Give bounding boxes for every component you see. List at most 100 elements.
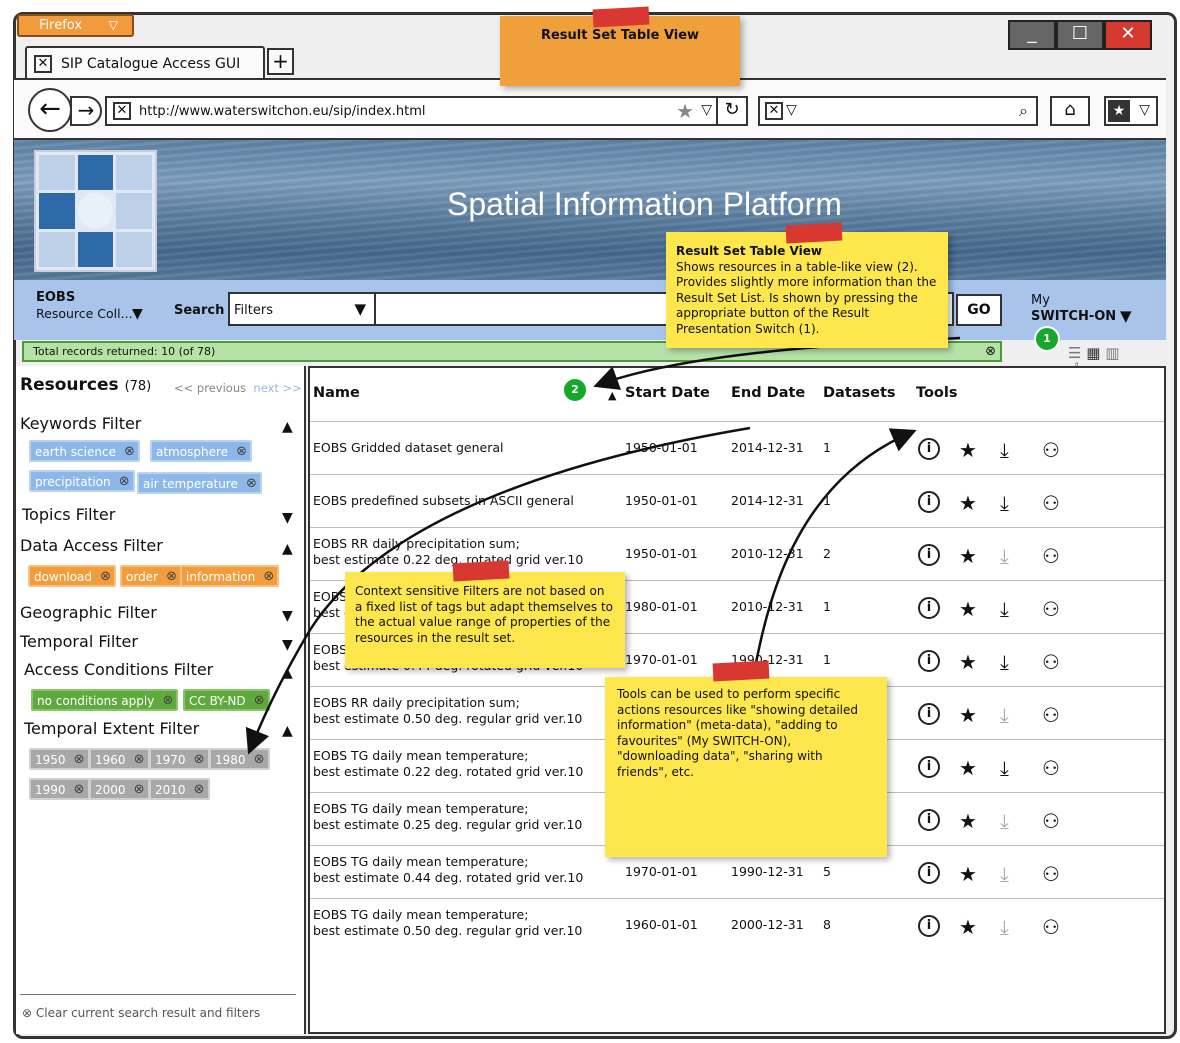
search-icon[interactable]: ⌕ [1019, 101, 1028, 121]
filter-tag[interactable]: earth science ⊗ [29, 440, 140, 462]
filter-tag[interactable]: precipitation ⊗ [29, 470, 135, 492]
collapse-arrow-icon[interactable]: ▲ [282, 541, 293, 557]
filter-tag[interactable]: information ⊗ [180, 565, 280, 587]
remove-tag-icon[interactable]: ⊗ [246, 474, 257, 494]
filter-tag[interactable]: download ⊗ [28, 565, 117, 587]
bookmarks-button[interactable]: ★ ▽ [1104, 96, 1158, 126]
info-icon[interactable]: i [918, 915, 940, 937]
remove-tag-icon[interactable]: ⊗ [194, 780, 205, 800]
info-icon[interactable]: i [918, 491, 940, 513]
browser-tab[interactable]: ✕ SIP Catalogue Access GUI [25, 46, 265, 79]
geographic-filter-title[interactable]: Geographic Filter [20, 603, 157, 622]
download-icon[interactable]: ⤓ [1000, 438, 1009, 462]
remove-tag-icon[interactable]: ⊗ [119, 472, 130, 492]
next-link[interactable]: next >> [253, 381, 301, 395]
collapse-arrow-icon[interactable]: ▲ [282, 665, 293, 681]
info-icon[interactable]: i [918, 862, 940, 884]
catalog-collection-select[interactable]: Resource Coll... [36, 306, 133, 321]
close-button[interactable]: ✕ [1104, 20, 1152, 50]
collapse-arrow-icon[interactable]: ▲ [282, 419, 293, 435]
favourite-star-icon[interactable]: ★ [959, 597, 977, 621]
chevron-down-icon[interactable]: ▼ [1120, 307, 1132, 325]
download-icon[interactable]: ⤓ [1000, 915, 1009, 939]
share-icon[interactable]: ⚇ [1042, 438, 1060, 462]
home-button[interactable]: ⌂ [1050, 96, 1090, 126]
info-icon[interactable]: i [918, 597, 940, 619]
remove-tag-icon[interactable]: ⊗ [74, 780, 85, 800]
share-icon[interactable]: ⚇ [1042, 703, 1060, 727]
download-icon[interactable]: ⤓ [1000, 862, 1009, 886]
expand-arrow-icon[interactable]: ▼ [282, 510, 293, 526]
favourite-star-icon[interactable]: ★ [959, 915, 977, 939]
back-button[interactable]: ← [28, 88, 72, 132]
table-view-icon[interactable]: ▦ [1086, 344, 1100, 362]
share-icon[interactable]: ⚇ [1042, 756, 1060, 780]
download-icon[interactable]: ⤓ [1000, 756, 1009, 780]
share-icon[interactable]: ⚇ [1042, 544, 1060, 568]
info-icon[interactable]: i [918, 703, 940, 725]
browser-search-box[interactable]: ✕ ▽ ⌕ [758, 96, 1038, 126]
forward-button[interactable]: → [70, 96, 102, 126]
favourite-star-icon[interactable]: ★ [959, 862, 977, 886]
download-icon[interactable]: ⤓ [1000, 703, 1009, 727]
firefox-menu-button[interactable]: Firefox ▽ [17, 14, 134, 37]
download-icon[interactable]: ⤓ [1000, 650, 1009, 674]
map-view-icon[interactable]: ▥ [1105, 344, 1119, 362]
previous-link[interactable]: << previous [174, 381, 246, 395]
info-icon[interactable]: i [918, 544, 940, 566]
temporal-extent-filter-title[interactable]: Temporal Extent Filter [24, 719, 199, 738]
download-icon[interactable]: ⤓ [1000, 809, 1009, 833]
table-row[interactable]: EOBS Gridded dataset general 1950-01-01 20… [310, 421, 1164, 474]
filter-tag[interactable]: 2010 ⊗ [149, 778, 210, 800]
download-icon[interactable]: ⤓ [1000, 491, 1009, 515]
access-conditions-filter-title[interactable]: Access Conditions Filter [24, 660, 213, 679]
chevron-down-icon[interactable]: ▽ [701, 102, 712, 118]
sort-up-icon[interactable]: ▲ [608, 389, 616, 402]
filter-tag[interactable]: atmosphere ⊗ [150, 440, 252, 462]
info-icon[interactable]: i [918, 809, 940, 831]
filter-tag[interactable]: air temperature ⊗ [137, 472, 262, 494]
remove-tag-icon[interactable]: ⊗ [134, 780, 145, 800]
favourite-star-icon[interactable]: ★ [959, 756, 977, 780]
favourite-star-icon[interactable]: ★ [959, 809, 977, 833]
share-icon[interactable]: ⚇ [1042, 597, 1060, 621]
favourite-star-icon[interactable]: ★ [959, 491, 977, 515]
filter-tag[interactable]: 1950 ⊗ [29, 748, 90, 770]
remove-tag-icon[interactable]: ⊗ [74, 750, 85, 770]
share-icon[interactable]: ⚇ [1042, 915, 1060, 939]
collapse-arrow-icon[interactable]: ▲ [282, 723, 293, 739]
new-tab-button[interactable]: + [267, 48, 294, 75]
remove-tag-icon[interactable]: ⊗ [194, 750, 205, 770]
filter-tag[interactable]: order ⊗ [120, 565, 182, 587]
remove-tag-icon[interactable]: ⊗ [100, 567, 111, 587]
my-label[interactable]: My [1031, 293, 1050, 308]
filter-tag[interactable]: 1970 ⊗ [149, 748, 210, 770]
temporal-filter-title[interactable]: Temporal Filter [20, 632, 138, 651]
filter-tag[interactable]: 1990 ⊗ [29, 778, 90, 800]
remove-tag-icon[interactable]: ⊗ [166, 567, 177, 587]
filter-tag[interactable]: 1980 ⊗ [209, 748, 270, 770]
table-row[interactable]: EOBS predefined subsets in ASCII general… [310, 474, 1164, 527]
remove-tag-icon[interactable]: ⊗ [263, 567, 274, 587]
filter-tag[interactable]: 2000 ⊗ [89, 778, 150, 800]
col-header-start-date[interactable]: Start Date [625, 385, 710, 401]
share-icon[interactable]: ⚇ [1042, 491, 1060, 515]
col-header-end-date[interactable]: End Date [731, 385, 805, 401]
col-header-datasets[interactable]: Datasets [823, 385, 896, 401]
data-access-filter-title[interactable]: Data Access Filter [20, 536, 163, 555]
maximize-button[interactable]: ☐ [1056, 20, 1104, 50]
filter-tag[interactable]: no conditions apply ⊗ [31, 689, 179, 711]
favourite-star-icon[interactable]: ★ [959, 703, 977, 727]
info-icon[interactable]: i [918, 756, 940, 778]
minimize-button[interactable]: _ [1008, 20, 1056, 50]
go-button[interactable]: GO [956, 294, 1002, 326]
remove-tag-icon[interactable]: ⊗ [254, 691, 265, 711]
keywords-filter-title[interactable]: Keywords Filter [20, 414, 141, 433]
filter-tag[interactable]: CC BY-ND ⊗ [183, 689, 270, 711]
remove-tag-icon[interactable]: ⊗ [236, 442, 247, 462]
info-icon[interactable]: i [918, 438, 940, 460]
clear-icon[interactable]: ⊗ [985, 344, 996, 359]
share-icon[interactable]: ⚇ [1042, 809, 1060, 833]
filters-select[interactable]: Filters ▼ [228, 292, 376, 326]
chevron-down-icon[interactable]: ▼ [132, 306, 143, 322]
